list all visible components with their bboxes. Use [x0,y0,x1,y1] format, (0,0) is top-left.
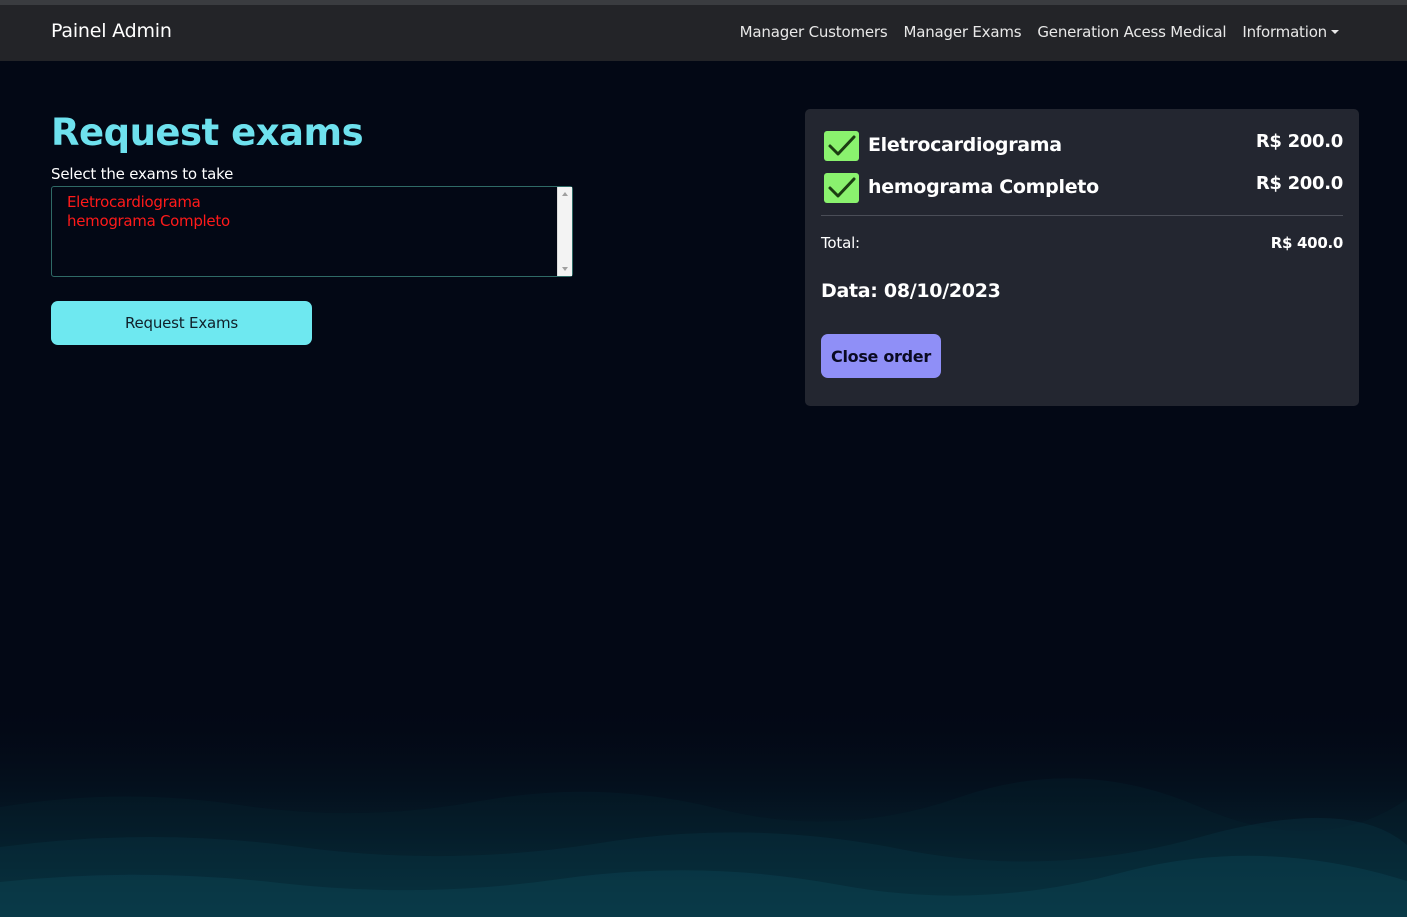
total-row: Total: R$ 400.0 [821,234,1343,264]
total-label: Total: [821,234,860,252]
check-icon [824,131,859,161]
order-item-price: R$ 200.0 [1255,173,1343,194]
nav-link-generation-acess-medical[interactable]: Generation Acess Medical [1037,23,1226,41]
request-exams-section: Request exams Select the exams to take E… [51,109,573,345]
exam-multiselect[interactable]: Eletrocardiograma hemograma Completo [51,186,573,277]
order-item: Eletrocardiograma R$ 200.0 [821,131,1343,173]
nav-links: Manager Customers Manager Exams Generati… [740,23,1339,41]
exam-option-eletrocardiograma[interactable]: Eletrocardiograma [67,193,557,212]
navbar-brand[interactable]: Painel Admin [51,20,172,42]
nav-link-manager-exams[interactable]: Manager Exams [903,23,1021,41]
nav-dropdown-information[interactable]: Information [1242,23,1339,41]
check-icon [824,173,859,203]
divider [821,215,1343,216]
navbar: Painel Admin Manager Customers Manager E… [0,5,1407,61]
select-scrollbar[interactable] [557,187,572,276]
exam-select-label: Select the exams to take [51,165,234,183]
nav-dropdown-information-label: Information [1242,23,1327,41]
scroll-down-arrow-icon[interactable] [562,267,568,271]
exam-option-hemograma-completo[interactable]: hemograma Completo [67,212,557,231]
close-order-button[interactable]: Close order [821,334,941,378]
total-value: R$ 400.0 [1270,234,1344,252]
order-summary-card: Eletrocardiograma R$ 200.0 hemograma Com… [805,109,1359,406]
scroll-up-arrow-icon[interactable] [562,192,568,196]
request-exams-button[interactable]: Request Exams [51,301,312,345]
order-item: hemograma Completo R$ 200.0 [821,173,1343,215]
caret-down-icon [1331,29,1339,34]
order-item-name: Eletrocardiograma [868,134,1062,156]
background-wave [0,697,1407,917]
nav-link-manager-customers[interactable]: Manager Customers [740,23,888,41]
order-item-price: R$ 200.0 [1255,131,1343,152]
page-title: Request exams [51,111,364,154]
order-date: Data: 08/10/2023 [821,280,1001,302]
order-item-name: hemograma Completo [868,176,1099,198]
